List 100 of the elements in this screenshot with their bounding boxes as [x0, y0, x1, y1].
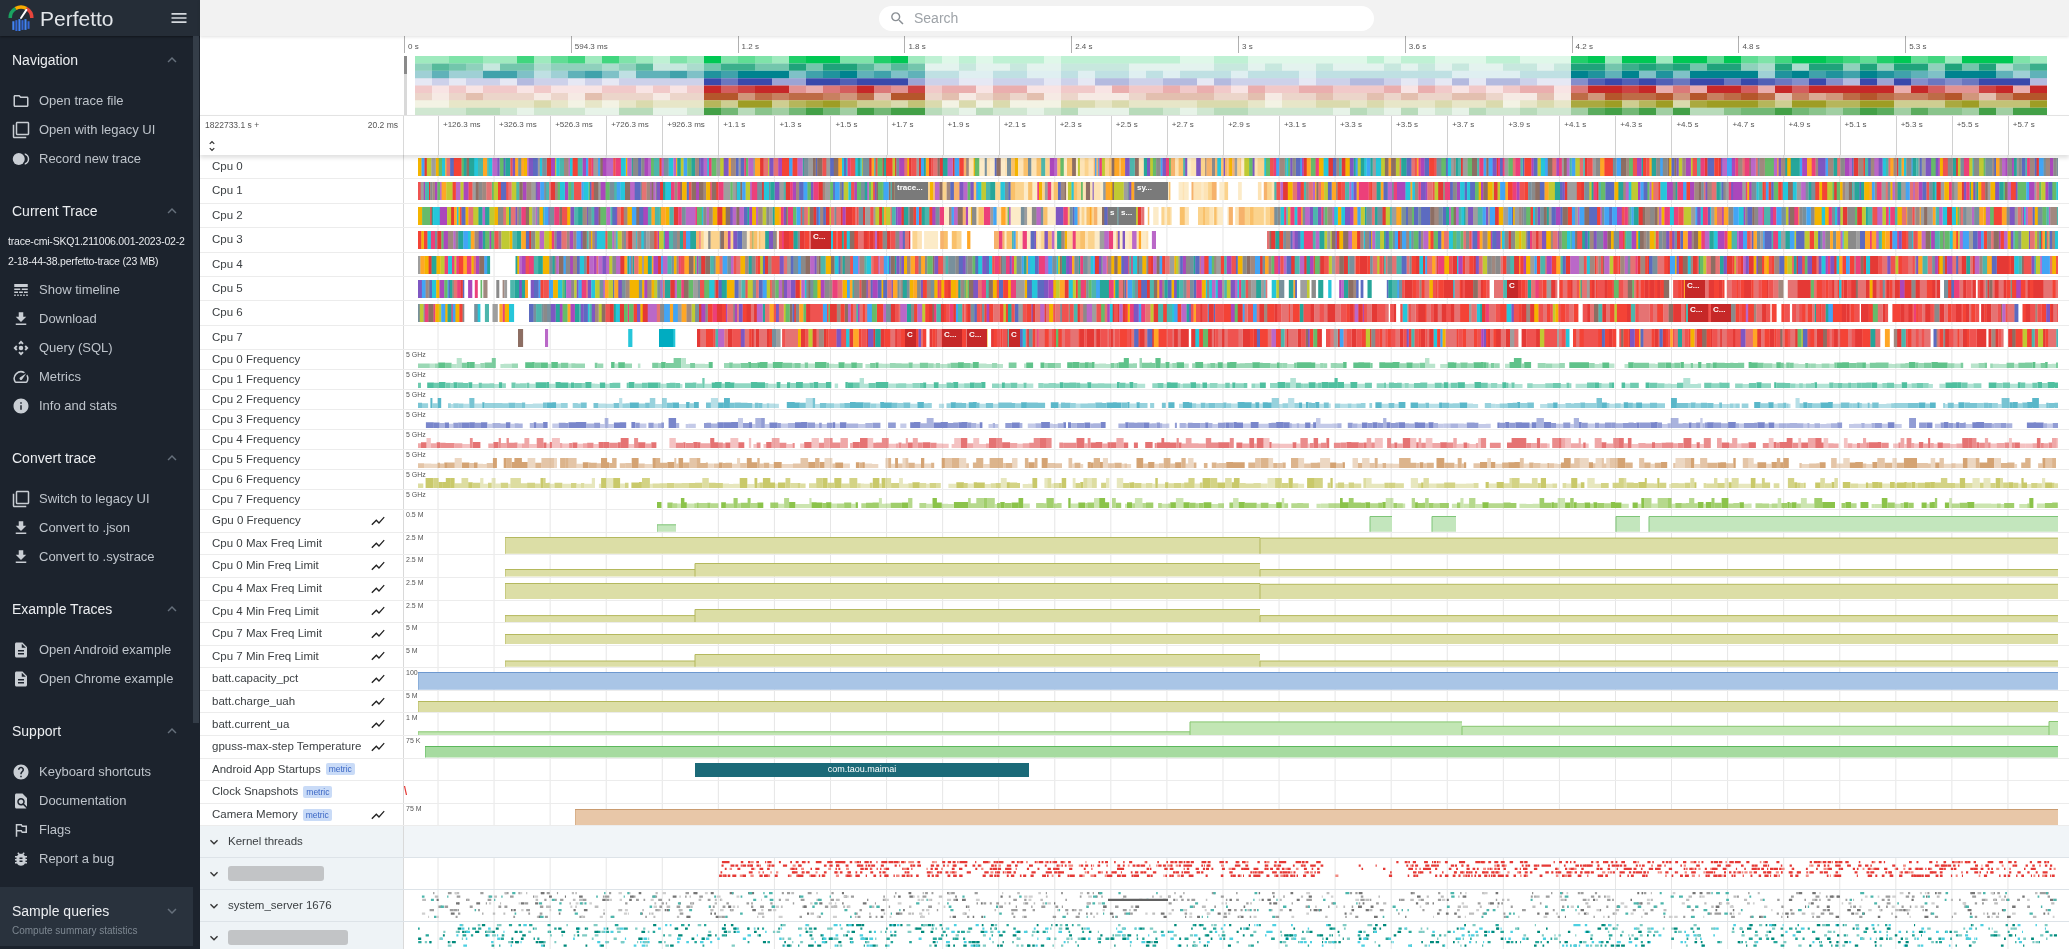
sidebar-link[interactable]: Query (SQL): [0, 333, 193, 362]
range-handle[interactable]: [404, 56, 407, 115]
thread-slice[interactable]: C...: [1688, 304, 1708, 323]
track-label: Cpu 6: [212, 305, 243, 321]
axis-tick-label: 1.2 s: [741, 42, 759, 51]
sidebar-link[interactable]: Report a bug: [0, 844, 193, 873]
time-tick-label: +926.3 ms: [667, 120, 705, 129]
section-header[interactable]: Support: [0, 719, 193, 743]
app-title: Perfetto: [40, 7, 114, 29]
time-tick-label: +3.1 s: [1283, 120, 1306, 129]
axis-tick-label: 1.8 s: [908, 42, 926, 51]
track-label: Cpu 0: [212, 159, 243, 175]
sidebar-link[interactable]: Show timeline: [0, 275, 193, 304]
time-tick-label: +4.5 s: [1676, 120, 1699, 129]
thread-slice[interactable]: s...: [1119, 206, 1136, 225]
time-tick-label: +1.9 s: [947, 120, 970, 129]
sidebar-link[interactable]: Keyboard shortcuts: [0, 757, 193, 786]
time-tick-label: +5.1 s: [1844, 120, 1867, 129]
section-header[interactable]: Navigation: [0, 48, 193, 72]
track-label: Cpu 1: [212, 183, 243, 199]
section-header[interactable]: Convert trace: [0, 446, 193, 470]
sidebar-link[interactable]: Documentation: [0, 786, 193, 815]
track-label: Camera Memory: [212, 807, 298, 822]
track-label: Cpu 4 Min Freq Limit: [212, 603, 319, 619]
time-tick-label: +2.1 s: [1003, 120, 1026, 129]
thread-slice[interactable]: C...: [811, 231, 831, 250]
time-tick-label: +326.3 ms: [499, 120, 537, 129]
track-label: batt.current_ua: [212, 716, 290, 732]
thread-slice[interactable]: sy...: [1135, 182, 1168, 201]
thread-slice[interactable]: C: [1009, 328, 1020, 347]
sidebar-link[interactable]: Open trace file: [0, 86, 193, 115]
track-label: Cpu 2: [212, 207, 243, 223]
sidebar-link[interactable]: Switch to legacy UI: [0, 484, 193, 513]
time-tick-label: +726.3 ms: [611, 120, 649, 129]
axis-tick-label: 3.6 s: [1408, 42, 1427, 51]
sidebar-link[interactable]: Open with legacy UI: [0, 115, 193, 144]
time-tick-label: +5.7 s: [2012, 120, 2035, 129]
sidebar-link[interactable]: Convert to .json: [0, 513, 193, 542]
gauge-logo: [8, 5, 34, 31]
sidebar-link[interactable]: Info and stats: [0, 391, 193, 420]
sidebar-link[interactable]: Download: [0, 304, 193, 333]
track-label: Cpu 4 Max Freq Limit: [212, 581, 322, 597]
time-tick-label: +2.9 s: [1227, 120, 1250, 129]
time-tick-label: +126.3 ms: [443, 120, 481, 129]
time-tick-label: +3.5 s: [1396, 120, 1419, 129]
metric-tag: metric: [303, 786, 333, 799]
section-header[interactable]: Example Traces: [0, 597, 193, 621]
time-tick-label: +5.5 s: [1956, 120, 1979, 129]
axis-tick-label: 4.2 s: [1575, 42, 1593, 51]
axis-tick-label: 2.4 s: [1075, 42, 1093, 51]
thread-slice[interactable]: C...: [967, 328, 987, 347]
thread-slice[interactable]: C...: [1711, 304, 1731, 323]
thread-slice[interactable]: trace...: [895, 182, 928, 201]
time-span-label: 20.2 ms: [367, 120, 398, 130]
section-summary: Compute summary statistics: [11, 924, 139, 938]
sidebar-link[interactable]: Record new trace: [0, 144, 193, 173]
axis-tick-label: 3 s: [1242, 42, 1253, 51]
startup-slice[interactable]: com.taou.maimai: [695, 762, 1029, 777]
document-icon: [12, 640, 30, 659]
trace-file-name: trace-cmi-SKQ1.211006.001-2023-02-22-18-44-38.perfetto-trace (23 MB): [7, 234, 186, 269]
sidebar-link[interactable]: Open Chrome example: [0, 664, 193, 693]
track-label: Cpu 1 Frequency: [212, 372, 301, 387]
axis-tick-label: 0 s: [408, 42, 419, 51]
time-tick-label: +4.1 s: [1564, 120, 1587, 129]
sidebar-link[interactable]: Convert to .systrace: [0, 542, 193, 571]
group-title: system_server 1676: [228, 898, 332, 914]
track-label: Cpu 7 Frequency: [212, 492, 301, 507]
section-header[interactable]: Current Trace: [0, 199, 193, 223]
stacked-squares-icon: [12, 120, 30, 139]
thread-slice[interactable]: C: [1507, 279, 1518, 298]
track-label: gpuss-max-step Temperature: [212, 739, 362, 755]
help-icon: [12, 762, 30, 781]
time-tick-label: +4.7 s: [1732, 120, 1755, 129]
track-label: Cpu 4 Frequency: [212, 432, 301, 447]
track-label: batt.charge_uah: [212, 694, 296, 710]
track-label: batt.capacity_pct: [212, 671, 299, 687]
document-search-icon: [12, 791, 30, 810]
time-tick-label: +2.5 s: [1115, 120, 1138, 129]
thread-slice[interactable]: s: [1108, 206, 1117, 225]
time-tick-label: +3.9 s: [1508, 120, 1531, 129]
thread-slice[interactable]: C...: [942, 328, 962, 347]
search-field[interactable]: Search: [879, 5, 1374, 31]
metric-tag: metric: [325, 763, 355, 776]
sidebar-link[interactable]: Open Android example: [0, 635, 193, 664]
track-label: Cpu 0 Min Freq Limit: [212, 558, 319, 574]
time-tick-label: +2.7 s: [1171, 120, 1194, 129]
track-label: Gpu 0 Frequency: [212, 513, 301, 529]
track-label: Cpu 5 Frequency: [212, 452, 301, 467]
sidebar-link[interactable]: Flags: [0, 815, 193, 844]
info-icon: [12, 396, 30, 415]
axis-tick-label: 4.8 s: [1742, 42, 1760, 51]
track-label: Cpu 7 Max Freq Limit: [212, 626, 322, 642]
time-tick-label: +2.3 s: [1059, 120, 1082, 129]
scrollbar-thumb[interactable]: [193, 36, 199, 723]
sidebar-link[interactable]: Metrics: [0, 362, 193, 391]
thread-slice[interactable]: C...: [1685, 279, 1705, 298]
section-header[interactable]: Sample queries: [0, 899, 193, 923]
snapshot-marker-icon: [404, 786, 407, 796]
move-arrows-icon: [12, 338, 30, 357]
thread-slice[interactable]: C: [905, 328, 916, 347]
